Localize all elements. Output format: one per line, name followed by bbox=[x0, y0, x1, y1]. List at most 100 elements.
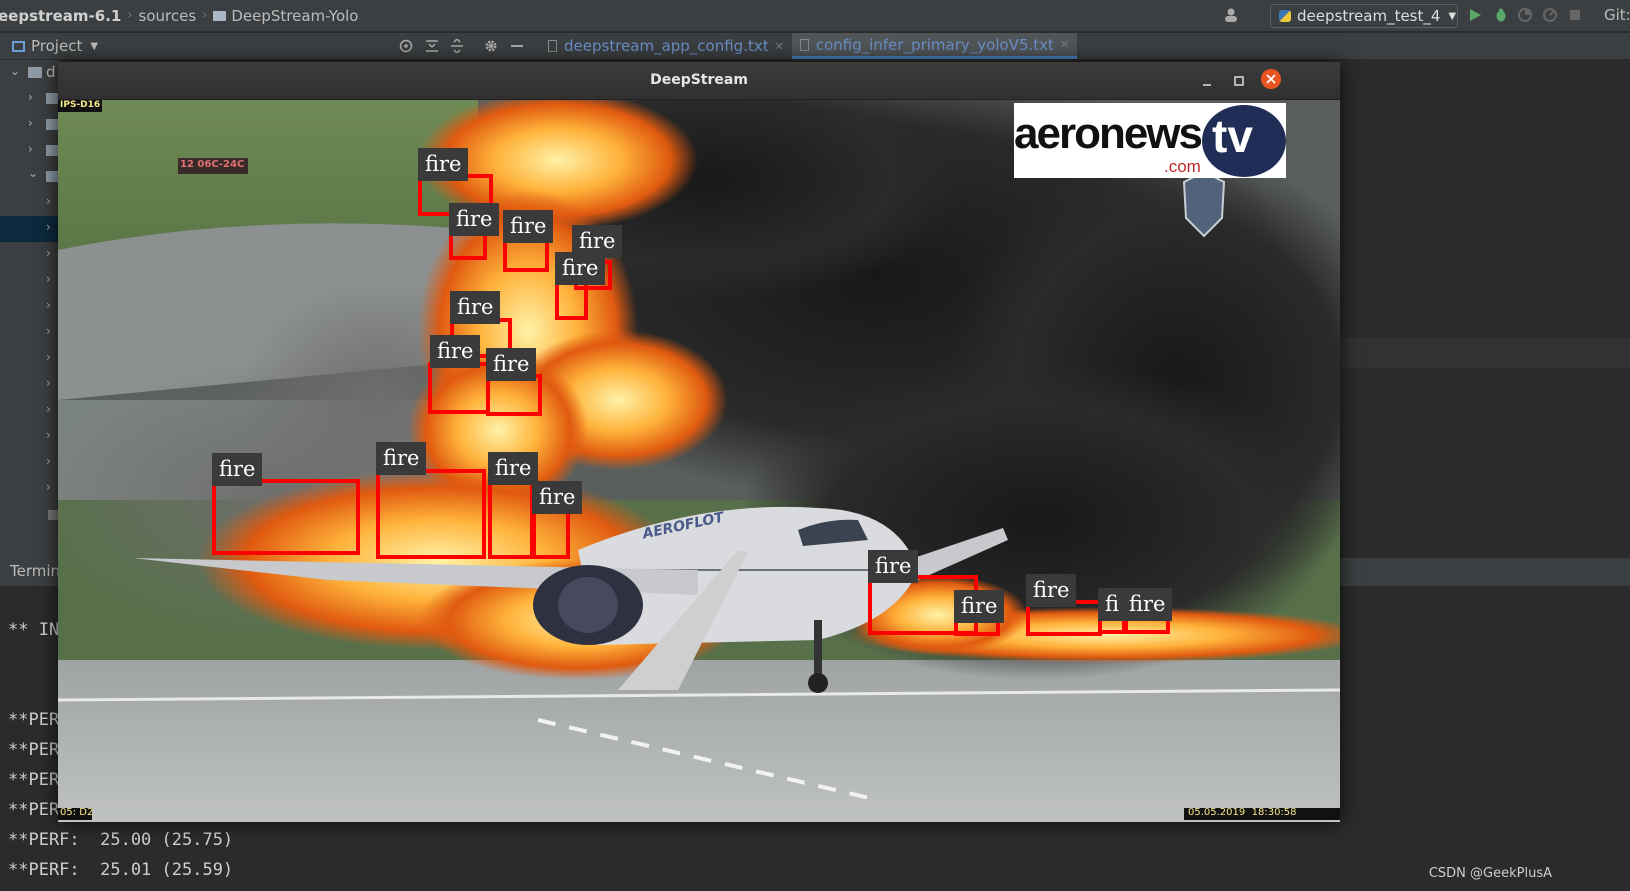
run-configuration-select[interactable]: deepstream_test_4 ▼ bbox=[1270, 4, 1458, 28]
tab-deepstream-app-config[interactable]: deepstream_app_config.txt ✕ bbox=[540, 33, 792, 59]
chevron-right-icon[interactable]: › bbox=[28, 142, 33, 156]
tree-item[interactable]: › bbox=[0, 476, 60, 502]
breadcrumb-project[interactable]: eepstream-6.1 bbox=[0, 7, 121, 25]
window-titlebar[interactable]: DeepStream bbox=[58, 62, 1340, 100]
close-icon[interactable]: ✕ bbox=[1060, 38, 1069, 51]
minimize-panel-icon[interactable] bbox=[510, 39, 524, 53]
tree-item[interactable]: ⌄ bbox=[0, 164, 60, 190]
detection-label: fire bbox=[1026, 574, 1077, 607]
detection-label: fire bbox=[450, 291, 501, 324]
chevron-right-icon[interactable]: › bbox=[46, 350, 51, 364]
deepstream-window[interactable]: DeepStream IPS-D16 12 06C-24C AEROFLOT 0… bbox=[58, 62, 1340, 822]
detection-label: fire bbox=[868, 550, 919, 583]
detection-label: fire bbox=[488, 452, 539, 485]
window-title: DeepStream bbox=[650, 72, 748, 88]
breadcrumb-sources[interactable]: sources bbox=[139, 7, 197, 25]
detection-box bbox=[503, 238, 549, 272]
tree-item[interactable]: › bbox=[0, 372, 60, 398]
detection-box bbox=[376, 469, 486, 559]
minimize-icon[interactable] bbox=[1200, 74, 1214, 88]
chevron-right-icon[interactable]: › bbox=[28, 90, 33, 104]
tree-root-label: d bbox=[46, 63, 56, 81]
chevron-right-icon[interactable]: › bbox=[46, 376, 51, 390]
chevron-right-icon[interactable]: › bbox=[46, 428, 51, 442]
stop-icon[interactable] bbox=[1568, 8, 1582, 22]
chevron-right-icon[interactable]: › bbox=[46, 480, 51, 494]
chevron-down-icon: ▼ bbox=[1448, 10, 1457, 22]
terminal-tab-label[interactable]: Termin bbox=[10, 562, 60, 580]
terminal-line: ** IN bbox=[8, 620, 60, 640]
detection-label: fire bbox=[212, 453, 263, 486]
collapse-all-icon[interactable] bbox=[450, 39, 464, 53]
chevron-right-icon[interactable]: › bbox=[46, 220, 51, 234]
close-icon[interactable] bbox=[1260, 68, 1282, 90]
file-icon bbox=[548, 40, 557, 52]
chevron-down-icon[interactable]: ⌄ bbox=[28, 166, 38, 180]
breadcrumb-separator: › bbox=[127, 8, 133, 23]
run-config-label: deepstream_test_4 bbox=[1297, 7, 1441, 25]
tree-item[interactable]: › bbox=[0, 190, 60, 216]
chevron-right-icon[interactable]: › bbox=[46, 272, 51, 286]
chevron-right-icon[interactable]: › bbox=[46, 194, 51, 208]
tree-item-selected[interactable]: › bbox=[0, 216, 60, 242]
tab-label: config_infer_primary_yoloV5.txt bbox=[815, 35, 1054, 54]
breadcrumb-separator: › bbox=[202, 8, 208, 23]
tree-item[interactable]: › bbox=[0, 398, 60, 424]
project-panel-icon bbox=[12, 40, 25, 52]
chevron-right-icon[interactable]: › bbox=[46, 402, 51, 416]
locate-icon[interactable] bbox=[399, 39, 413, 53]
profile-icon[interactable] bbox=[1543, 8, 1557, 22]
tree-item[interactable]: › bbox=[0, 86, 60, 112]
detection-box bbox=[488, 480, 534, 559]
gear-icon[interactable] bbox=[484, 39, 498, 53]
user-icon[interactable] bbox=[1224, 8, 1238, 22]
expand-all-icon[interactable] bbox=[425, 39, 439, 53]
tree-item[interactable]: › bbox=[0, 242, 60, 268]
chevron-right-icon[interactable]: › bbox=[46, 298, 51, 312]
video-frame: IPS-D16 12 06C-24C AEROFLOT 05: D2 05.05… bbox=[58, 100, 1340, 822]
editor-highlight-line bbox=[1340, 338, 1630, 368]
breadcrumb-deepstream-yolo[interactable]: DeepStream-Yolo bbox=[231, 7, 358, 25]
detection-label: fire bbox=[430, 335, 481, 368]
folder-icon bbox=[28, 67, 42, 78]
tree-item[interactable]: › bbox=[0, 112, 60, 138]
tree-item[interactable]: › bbox=[0, 268, 60, 294]
tree-item[interactable]: › bbox=[0, 294, 60, 320]
run-icon[interactable] bbox=[1468, 8, 1482, 22]
folder-icon bbox=[213, 10, 227, 21]
tree-item[interactable]: › bbox=[0, 346, 60, 372]
chevron-down-icon[interactable]: ▼ bbox=[90, 41, 98, 52]
tree-item[interactable]: › bbox=[0, 138, 60, 164]
tab-label: deepstream_app_config.txt bbox=[564, 37, 769, 55]
logo-main-text: aeronews bbox=[1014, 109, 1203, 158]
detection-label: fire bbox=[376, 442, 427, 475]
aeronews-logo: aeronews tv .com bbox=[1014, 103, 1286, 178]
git-label[interactable]: Git: bbox=[1604, 6, 1630, 24]
detection-label: fire bbox=[418, 148, 469, 181]
chevron-right-icon[interactable]: › bbox=[46, 324, 51, 338]
maximize-icon[interactable] bbox=[1232, 74, 1246, 88]
chevron-down-icon[interactable]: ⌄ bbox=[10, 64, 20, 78]
osd-right-text: 05.05.2019 18:30:58 bbox=[1188, 807, 1297, 818]
file-icon bbox=[799, 38, 809, 51]
detection-box bbox=[212, 479, 360, 555]
chevron-right-icon[interactable]: › bbox=[46, 454, 51, 468]
close-icon[interactable]: ✕ bbox=[775, 40, 784, 53]
terminal-line: **PERF: 25.00 (25.75) bbox=[8, 830, 234, 850]
tree-item[interactable] bbox=[0, 502, 60, 528]
navigation-bar: eepstream-6.1 › sources › DeepStream-Yol… bbox=[0, 0, 1630, 32]
tab-config-infer-primary[interactable]: config_infer_primary_yoloV5.txt ✕ bbox=[791, 33, 1078, 59]
debug-icon[interactable] bbox=[1494, 8, 1508, 22]
file-icon bbox=[48, 510, 58, 520]
chevron-right-icon[interactable]: › bbox=[46, 246, 51, 260]
osd-left-text: 05: D2 bbox=[60, 807, 94, 818]
detection-label: fire bbox=[532, 481, 583, 514]
tree-item[interactable]: › bbox=[0, 450, 60, 476]
tree-item-root[interactable]: ⌄ d bbox=[0, 60, 60, 86]
chevron-right-icon[interactable]: › bbox=[28, 116, 33, 130]
coverage-icon[interactable] bbox=[1518, 8, 1532, 22]
tree-item[interactable]: › bbox=[0, 320, 60, 346]
project-panel-title[interactable]: Project bbox=[31, 37, 82, 55]
channel-tag: IPS-D16 bbox=[60, 100, 101, 110]
tree-item[interactable]: › bbox=[0, 424, 60, 450]
